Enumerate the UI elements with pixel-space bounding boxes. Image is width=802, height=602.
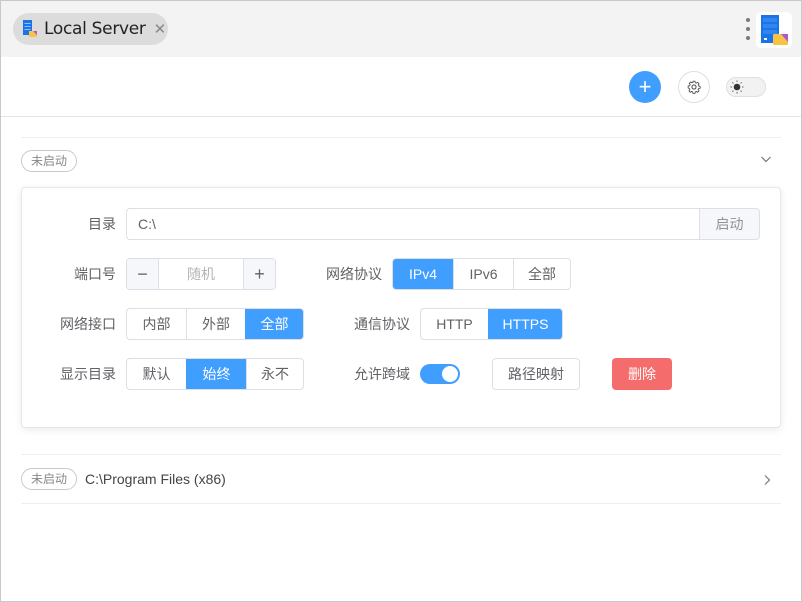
title-bar: Local Server ✕ (1, 1, 801, 57)
tab-local-server[interactable]: Local Server ✕ (13, 13, 168, 45)
interface-external[interactable]: 外部 (186, 309, 245, 339)
app-logo (756, 12, 792, 48)
sun-icon (729, 79, 745, 95)
net-protocol-group: IPv4 IPv6 全部 (392, 258, 571, 290)
server-folder-icon (761, 15, 788, 45)
interface-group: 内部 外部 全部 (126, 308, 304, 340)
port-decrement-button[interactable]: − (127, 259, 159, 289)
net-protocol-label: 网络协议 (326, 266, 382, 282)
status-badge: 未启动 (21, 468, 78, 490)
plus-icon: + (638, 74, 652, 99)
chevron-right-icon[interactable] (761, 473, 773, 489)
comm-protocol-http[interactable]: HTTP (421, 309, 488, 339)
server-path[interactable]: C:\Program Files (x86) (85, 470, 226, 488)
show-dir-always[interactable]: 始终 (186, 359, 246, 389)
start-button[interactable]: 启动 (699, 208, 760, 240)
interface-label: 网络接口 (60, 316, 116, 332)
status-badge: 未启动 (21, 150, 78, 172)
close-icon[interactable]: ✕ (154, 20, 167, 38)
net-protocol-ipv4[interactable]: IPv4 (393, 259, 453, 289)
show-dir-group: 默认 始终 永不 (126, 358, 304, 390)
server-folder-icon (22, 20, 38, 38)
cors-switch[interactable] (420, 364, 460, 384)
show-dir-never[interactable]: 永不 (246, 359, 303, 389)
directory-label: 目录 (88, 216, 116, 232)
gear-icon (687, 80, 701, 94)
show-dir-label: 显示目录 (60, 366, 116, 382)
add-server-button[interactable]: + (629, 71, 661, 103)
interface-internal[interactable]: 内部 (127, 309, 186, 339)
divider (21, 503, 781, 504)
port-increment-button[interactable]: + (243, 259, 275, 289)
port-label: 端口号 (74, 266, 116, 282)
chevron-down-icon[interactable] (760, 152, 772, 168)
port-stepper: − 随机 + (126, 258, 276, 290)
show-dir-default[interactable]: 默认 (127, 359, 186, 389)
divider (21, 137, 781, 138)
interface-all[interactable]: 全部 (245, 309, 303, 339)
port-input[interactable]: 随机 (159, 259, 243, 289)
net-protocol-ipv6[interactable]: IPv6 (453, 259, 513, 289)
settings-button[interactable] (678, 71, 710, 103)
more-vertical-icon[interactable] (745, 18, 751, 40)
theme-toggle[interactable] (726, 77, 766, 97)
cors-label: 允许跨域 (354, 366, 410, 382)
net-protocol-all[interactable]: 全部 (513, 259, 570, 289)
tab-title: Local Server (44, 19, 146, 39)
switch-knob (442, 366, 458, 382)
directory-input[interactable]: C:\ (126, 208, 700, 240)
divider (21, 454, 781, 455)
path-mapping-button[interactable]: 路径映射 (492, 358, 580, 390)
comm-protocol-label: 通信协议 (354, 316, 410, 332)
comm-protocol-https[interactable]: HTTPS (488, 309, 562, 339)
toolbar: + (1, 57, 801, 117)
comm-protocol-group: HTTP HTTPS (420, 308, 563, 340)
delete-button[interactable]: 删除 (612, 358, 672, 390)
